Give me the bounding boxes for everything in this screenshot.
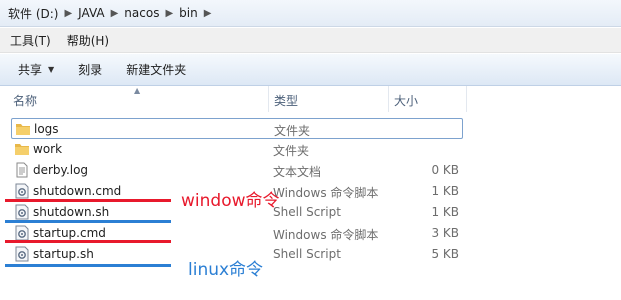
script-file-icon: [14, 183, 30, 199]
file-name: shutdown.cmd: [33, 184, 122, 198]
file-size: 0 KB: [431, 163, 459, 177]
column-header: ▲ 名称 类型 大小: [0, 86, 621, 112]
file-name: work: [33, 142, 63, 156]
burn-label: 刻录: [78, 63, 103, 77]
menu-tools[interactable]: 工具(T): [0, 32, 59, 49]
burn-button[interactable]: 刻录: [78, 61, 102, 78]
window-underline: [5, 199, 171, 202]
breadcrumb-bin[interactable]: bin: [179, 6, 198, 20]
text-file-icon: [14, 162, 30, 178]
sort-ascending-icon: ▲: [134, 86, 141, 95]
file-size: 1 KB: [431, 205, 459, 219]
breadcrumb-separator-icon[interactable]: ▶: [165, 8, 173, 19]
window-command-annotation: window命令: [181, 191, 280, 211]
menu-help[interactable]: 帮助(H): [59, 32, 117, 49]
linux-underline: [5, 264, 171, 267]
file-type: 文件夹: [273, 144, 310, 158]
command-toolbar: 共享 ▼ 刻录 新建文件夹: [0, 54, 621, 86]
file-type: Windows 命令脚本: [273, 186, 379, 200]
file-name: derby.log: [33, 163, 89, 177]
file-name: logs: [34, 122, 59, 136]
address-bar[interactable]: 软件 (D:) ▶ JAVA ▶ nacos ▶ bin ▶: [0, 0, 621, 27]
script-file-icon: [14, 225, 30, 241]
window-underline: [5, 240, 171, 243]
breadcrumb-drive[interactable]: 软件 (D:): [8, 5, 58, 22]
file-name: startup.sh: [33, 247, 94, 261]
breadcrumb-separator-icon[interactable]: ▶: [204, 8, 212, 19]
list-item[interactable]: work 文件夹: [11, 139, 463, 160]
column-name[interactable]: 名称: [13, 92, 37, 109]
file-size: 3 KB: [431, 226, 459, 240]
menu-bar: 工具(T) 帮助(H): [0, 28, 621, 53]
list-item[interactable]: logs 文件夹: [11, 118, 463, 139]
linux-command-annotation: linux命令: [188, 260, 264, 280]
column-divider[interactable]: [388, 86, 389, 112]
file-type: Windows 命令脚本: [273, 228, 379, 242]
breadcrumb-separator-icon[interactable]: ▶: [64, 8, 72, 19]
new-folder-label: 新建文件夹: [126, 63, 187, 77]
new-folder-button[interactable]: 新建文件夹: [126, 61, 186, 78]
file-type: 文本文档: [273, 165, 322, 179]
file-name: startup.cmd: [33, 226, 106, 240]
file-size: 1 KB: [431, 184, 459, 198]
folder-icon: [15, 121, 31, 137]
file-size: 5 KB: [431, 247, 459, 261]
column-size[interactable]: 大小: [394, 92, 418, 109]
list-item[interactable]: derby.log 文本文档 0 KB: [11, 160, 463, 181]
file-type: Shell Script: [273, 205, 341, 219]
column-type[interactable]: 类型: [274, 92, 298, 109]
script-file-icon: [14, 246, 30, 262]
folder-icon: [14, 141, 30, 157]
breadcrumb-java[interactable]: JAVA: [78, 6, 104, 20]
column-divider[interactable]: [466, 86, 467, 112]
breadcrumb-nacos[interactable]: nacos: [124, 6, 159, 20]
share-label: 共享: [18, 63, 43, 77]
breadcrumb-separator-icon[interactable]: ▶: [111, 8, 119, 19]
file-type: Shell Script: [273, 247, 341, 261]
chevron-down-icon: ▼: [48, 65, 55, 74]
file-type: 文件夹: [274, 124, 311, 138]
share-button[interactable]: 共享 ▼: [18, 61, 54, 78]
linux-underline: [5, 220, 171, 223]
file-name: shutdown.sh: [33, 205, 110, 219]
column-divider[interactable]: [268, 86, 269, 112]
script-file-icon: [14, 204, 30, 220]
